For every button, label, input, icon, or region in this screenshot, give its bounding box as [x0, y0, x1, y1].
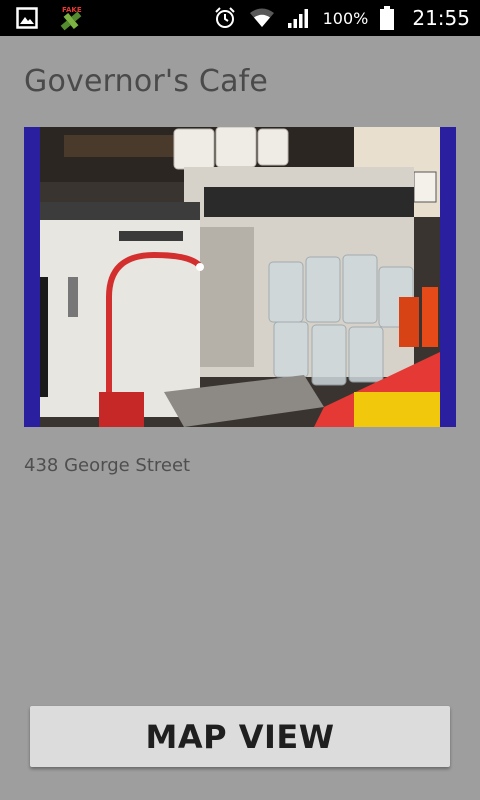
cafe-address: 438 George Street: [24, 455, 191, 476]
fake-gps-label: FAKE: [62, 6, 82, 14]
wifi-icon: [249, 7, 275, 29]
status-bar: FAKE 100% 21:55: [0, 0, 480, 36]
cafe-photo: [24, 127, 456, 427]
status-bar-right: 100% 21:55: [213, 6, 470, 30]
map-view-button[interactable]: MAP VIEW: [30, 706, 450, 767]
battery-percent: 100%: [322, 8, 369, 28]
battery-icon: [380, 6, 395, 30]
clock: 21:55: [412, 6, 470, 30]
signal-icon: [287, 7, 311, 29]
status-bar-left: FAKE: [16, 5, 86, 31]
alarm-icon: [213, 6, 237, 30]
page-title: Governor's Cafe: [24, 64, 269, 99]
fake-gps-icon: FAKE: [56, 5, 86, 31]
gallery-icon: [16, 7, 38, 29]
